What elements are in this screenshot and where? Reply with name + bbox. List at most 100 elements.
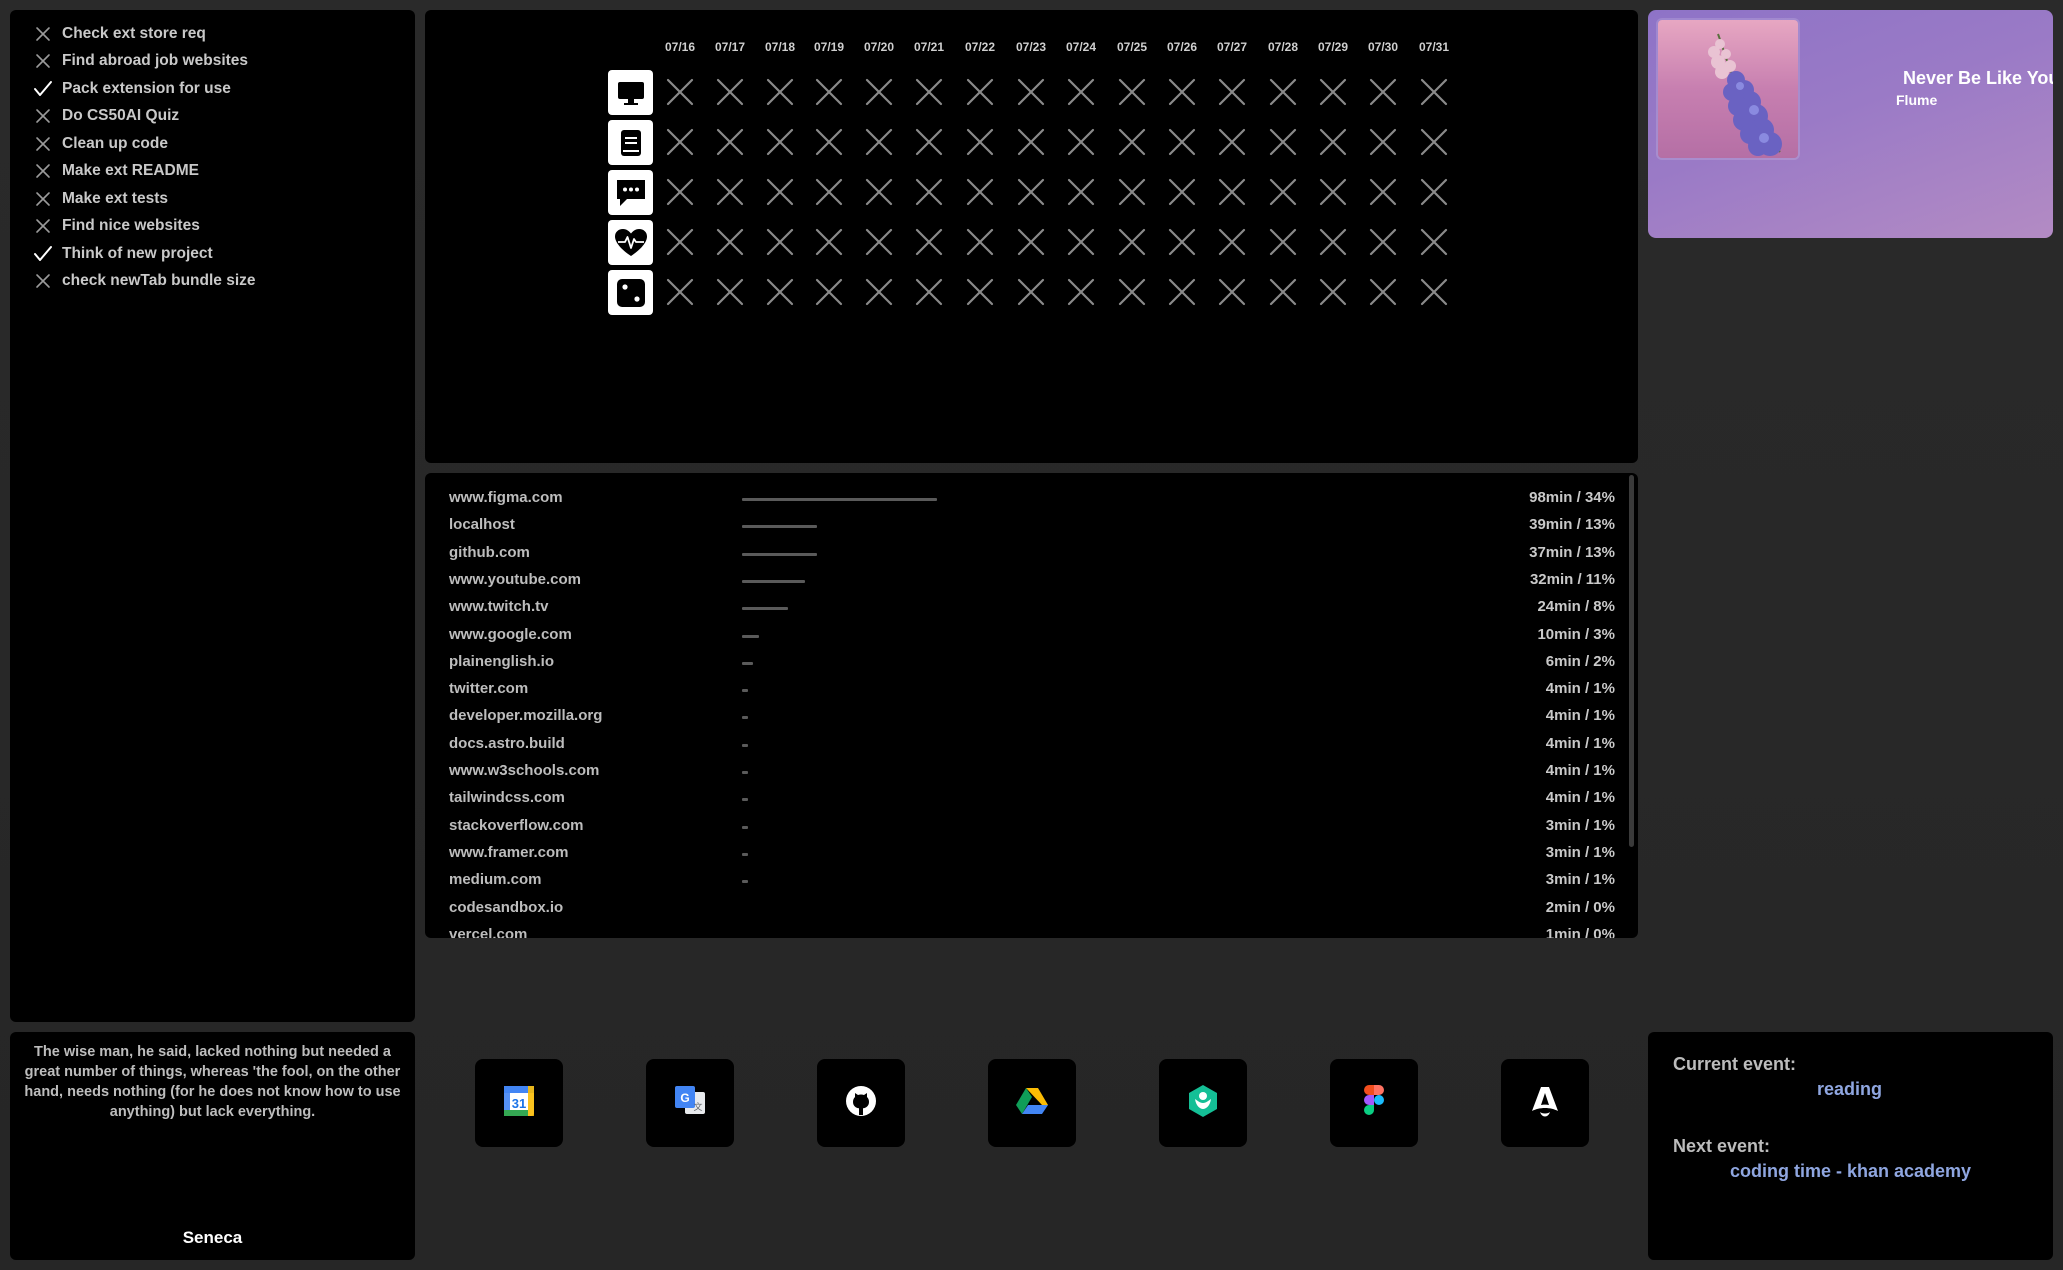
habit-missed-icon[interactable] (965, 227, 995, 257)
habit-missed-icon[interactable] (814, 127, 844, 157)
check-icon[interactable] (32, 243, 54, 265)
todo-item[interactable]: Find abroad job websites (32, 48, 415, 76)
site-row[interactable]: www.w3schools.com 4min / 1% (425, 758, 1615, 785)
habit-missed-icon[interactable] (965, 277, 995, 307)
habit-missed-icon[interactable] (914, 127, 944, 157)
now-playing-widget[interactable]: Never Be Like You Flume (1648, 10, 2053, 238)
habit-missed-icon[interactable] (1167, 177, 1197, 207)
google-calendar-shortcut[interactable]: 31 (475, 1059, 563, 1147)
habit-missed-icon[interactable] (1016, 127, 1046, 157)
habit-missed-icon[interactable] (1268, 177, 1298, 207)
habit-missed-icon[interactable] (715, 227, 745, 257)
site-time-list[interactable]: www.figma.com 98min / 34% localhost 39min /… (425, 473, 1638, 938)
habit-missed-icon[interactable] (665, 127, 695, 157)
todo-item[interactable]: Check ext store req (32, 20, 415, 48)
google-drive-shortcut[interactable] (988, 1059, 1076, 1147)
habit-missed-icon[interactable] (965, 177, 995, 207)
habit-missed-icon[interactable] (1268, 277, 1298, 307)
habit-missed-icon[interactable] (814, 277, 844, 307)
habit-missed-icon[interactable] (1318, 77, 1348, 107)
figma-shortcut[interactable] (1330, 1059, 1418, 1147)
habit-missed-icon[interactable] (665, 177, 695, 207)
site-row[interactable]: github.com 37min / 13% (425, 540, 1615, 567)
habit-missed-icon[interactable] (1368, 277, 1398, 307)
habit-missed-icon[interactable] (1066, 227, 1096, 257)
habit-missed-icon[interactable] (864, 227, 894, 257)
site-row[interactable]: www.figma.com 98min / 34% (425, 485, 1615, 512)
close-icon[interactable] (32, 105, 54, 127)
habit-missed-icon[interactable] (814, 177, 844, 207)
habit-missed-icon[interactable] (1016, 227, 1046, 257)
habit-missed-icon[interactable] (914, 77, 944, 107)
habit-missed-icon[interactable] (1117, 77, 1147, 107)
todo-item[interactable]: Make ext tests (32, 185, 415, 213)
habit-missed-icon[interactable] (765, 227, 795, 257)
habit-missed-icon[interactable] (1268, 77, 1298, 107)
habit-missed-icon[interactable] (1167, 127, 1197, 157)
habit-missed-icon[interactable] (1419, 77, 1449, 107)
habit-missed-icon[interactable] (1419, 127, 1449, 157)
habit-missed-icon[interactable] (965, 127, 995, 157)
habit-missed-icon[interactable] (715, 277, 745, 307)
site-row[interactable]: vercel.com 1min / 0% (425, 922, 1615, 938)
habit-missed-icon[interactable] (1217, 227, 1247, 257)
habit-missed-icon[interactable] (864, 277, 894, 307)
habit-missed-icon[interactable] (864, 77, 894, 107)
habit-missed-icon[interactable] (715, 177, 745, 207)
habit-missed-icon[interactable] (765, 127, 795, 157)
todo-item[interactable]: check newTab bundle size (32, 268, 415, 296)
habit-missed-icon[interactable] (765, 77, 795, 107)
habit-missed-icon[interactable] (1368, 227, 1398, 257)
close-icon[interactable] (32, 23, 54, 45)
habit-missed-icon[interactable] (665, 277, 695, 307)
site-row[interactable]: plainenglish.io 6min / 2% (425, 649, 1615, 676)
habit-missed-icon[interactable] (914, 177, 944, 207)
site-row[interactable]: twitter.com 4min / 1% (425, 676, 1615, 703)
habit-missed-icon[interactable] (1016, 77, 1046, 107)
site-row[interactable]: docs.astro.build 4min / 1% (425, 731, 1615, 758)
khan-academy-shortcut[interactable] (1159, 1059, 1247, 1147)
habit-missed-icon[interactable] (1117, 177, 1147, 207)
habit-missed-icon[interactable] (1318, 227, 1348, 257)
habit-missed-icon[interactable] (1368, 177, 1398, 207)
habit-missed-icon[interactable] (1066, 77, 1096, 107)
habit-missed-icon[interactable] (864, 127, 894, 157)
habit-missed-icon[interactable] (1217, 77, 1247, 107)
habit-missed-icon[interactable] (1167, 77, 1197, 107)
github-shortcut[interactable] (817, 1059, 905, 1147)
close-icon[interactable] (32, 188, 54, 210)
habit-missed-icon[interactable] (1217, 177, 1247, 207)
site-row[interactable]: codesandbox.io 2min / 0% (425, 895, 1615, 922)
todo-item[interactable]: Think of new project (32, 240, 415, 268)
habit-missed-icon[interactable] (1217, 127, 1247, 157)
site-row[interactable]: developer.mozilla.org 4min / 1% (425, 703, 1615, 730)
todo-item[interactable]: Pack extension for use (32, 75, 415, 103)
astro-shortcut[interactable] (1501, 1059, 1589, 1147)
habit-missed-icon[interactable] (1419, 177, 1449, 207)
habit-missed-icon[interactable] (814, 77, 844, 107)
site-row[interactable]: tailwindcss.com 4min / 1% (425, 785, 1615, 812)
habit-missed-icon[interactable] (1117, 127, 1147, 157)
scrollbar[interactable] (1629, 475, 1634, 847)
habit-missed-icon[interactable] (1368, 127, 1398, 157)
habit-missed-icon[interactable] (1318, 277, 1348, 307)
habit-missed-icon[interactable] (1217, 277, 1247, 307)
todo-item[interactable]: Clean up code (32, 130, 415, 158)
close-icon[interactable] (32, 50, 54, 72)
site-row[interactable]: stackoverflow.com 3min / 1% (425, 813, 1615, 840)
habit-missed-icon[interactable] (1016, 277, 1046, 307)
site-row[interactable]: www.youtube.com 32min / 11% (425, 567, 1615, 594)
habit-missed-icon[interactable] (814, 227, 844, 257)
site-row[interactable]: medium.com 3min / 1% (425, 867, 1615, 894)
habit-missed-icon[interactable] (1318, 127, 1348, 157)
habit-missed-icon[interactable] (1066, 177, 1096, 207)
habit-missed-icon[interactable] (1167, 227, 1197, 257)
habit-missed-icon[interactable] (765, 177, 795, 207)
habit-missed-icon[interactable] (914, 227, 944, 257)
habit-missed-icon[interactable] (665, 227, 695, 257)
site-row[interactable]: www.twitch.tv 24min / 8% (425, 594, 1615, 621)
close-icon[interactable] (32, 160, 54, 182)
todo-item[interactable]: Find nice websites (32, 213, 415, 241)
habit-missed-icon[interactable] (965, 77, 995, 107)
close-icon[interactable] (32, 215, 54, 237)
